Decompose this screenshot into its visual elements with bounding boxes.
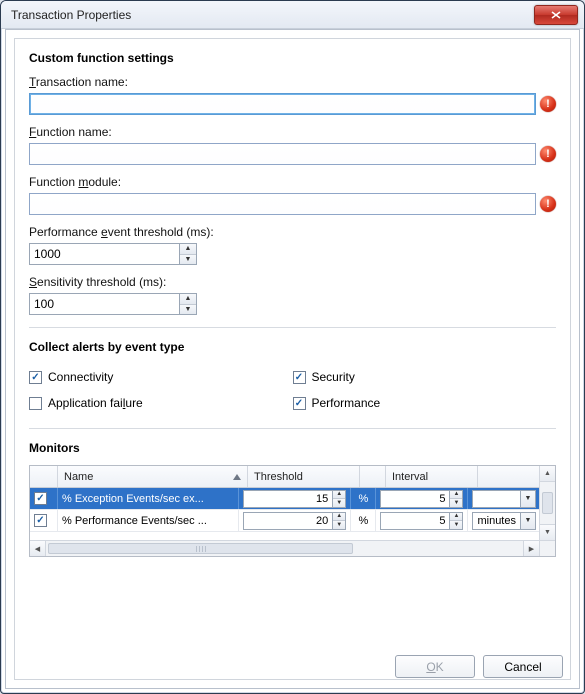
chevron-down-icon[interactable]: ▼ [180, 305, 196, 315]
separator [29, 327, 556, 328]
scroll-right-icon[interactable]: ▶ [523, 541, 539, 556]
chevron-down-icon[interactable]: ▼ [450, 499, 462, 507]
scroll-track[interactable] [46, 541, 523, 556]
frame-inset: Custom function settings Transaction nam… [5, 29, 580, 689]
checkbox-icon[interactable] [34, 514, 47, 527]
performance-checkbox[interactable]: Performance [293, 396, 557, 410]
function-module-label: Function module: [29, 175, 556, 189]
checkbox-icon [29, 397, 42, 410]
sens-threshold-input[interactable] [29, 293, 179, 315]
connectivity-checkbox[interactable]: Connectivity [29, 370, 293, 384]
threshold-unit: % [351, 510, 376, 531]
chevron-down-icon[interactable]: ▼ [333, 521, 345, 529]
col-unit [360, 466, 386, 487]
perf-threshold-spin-buttons[interactable]: ▲▼ [179, 243, 197, 265]
separator [29, 428, 556, 429]
threshold-stepper[interactable]: ▲▼ [243, 512, 346, 530]
sens-threshold-stepper[interactable]: ▲▼ [29, 293, 201, 315]
vertical-scrollbar[interactable]: ▲ ▼ [539, 466, 555, 540]
threshold-unit: % [351, 488, 376, 509]
transaction-name-label: Transaction name: [29, 75, 556, 89]
checkbox-icon[interactable] [34, 492, 47, 505]
perf-threshold-stepper[interactable]: ▲▼ [29, 243, 201, 265]
col-name[interactable]: Name [58, 466, 248, 487]
col-checkbox[interactable] [30, 466, 58, 487]
interval-stepper[interactable]: ▲▼ [380, 512, 463, 530]
scroll-left-icon[interactable]: ◀ [30, 541, 46, 556]
scroll-down-icon[interactable]: ▼ [540, 524, 555, 540]
function-name-input[interactable] [29, 143, 536, 165]
cancel-button[interactable]: Cancel [483, 655, 563, 678]
perf-threshold-label: Performance event threshold (ms): [29, 225, 556, 239]
chevron-down-icon[interactable]: ▼ [520, 490, 536, 508]
app-failure-checkbox[interactable]: Application failure [29, 396, 293, 410]
chevron-up-icon[interactable]: ▲ [333, 491, 345, 500]
checkbox-icon [293, 397, 306, 410]
col-threshold[interactable]: Threshold [248, 466, 360, 487]
grip-icon [196, 546, 206, 552]
section-custom-function: Custom function settings [29, 51, 556, 65]
row-name: % Performance Events/sec ... [58, 510, 239, 531]
error-icon [540, 146, 556, 162]
chevron-down-icon[interactable]: ▼ [450, 521, 462, 529]
close-button[interactable] [534, 5, 578, 25]
table-row[interactable]: % Performance Events/sec ... ▲▼ % ▲▼ min… [30, 510, 555, 532]
scroll-thumb[interactable] [542, 492, 553, 514]
scroll-up-icon[interactable]: ▲ [540, 466, 555, 482]
transaction-name-input[interactable] [29, 93, 536, 115]
checkbox-icon [29, 371, 42, 384]
interval-unit-select[interactable]: minutes▼ [472, 490, 536, 508]
dialog-button-row: OK Cancel [395, 655, 563, 678]
col-interval[interactable]: Interval [386, 466, 478, 487]
function-module-input[interactable] [29, 193, 536, 215]
chevron-up-icon[interactable]: ▲ [450, 513, 462, 522]
interval-stepper[interactable]: ▲▼ [380, 490, 463, 508]
error-icon [540, 96, 556, 112]
chevron-down-icon[interactable]: ▼ [180, 255, 196, 265]
titlebar: Transaction Properties [1, 1, 584, 29]
perf-threshold-input[interactable] [29, 243, 179, 265]
threshold-stepper[interactable]: ▲▼ [243, 490, 346, 508]
dialog-window: Transaction Properties Custom function s… [0, 0, 585, 694]
content-area: Custom function settings Transaction nam… [14, 38, 571, 680]
monitors-header: Name Threshold Interval [30, 466, 555, 488]
scroll-corner [539, 540, 555, 556]
table-row[interactable]: % Exception Events/sec ex... ▲▼ % ▲▼ min… [30, 488, 555, 510]
alert-checkbox-grid: Connectivity Security Application failur… [29, 364, 556, 416]
ok-button[interactable]: OK [395, 655, 475, 678]
window-title: Transaction Properties [11, 8, 534, 22]
sens-threshold-spin-buttons[interactable]: ▲▼ [179, 293, 197, 315]
error-icon [540, 196, 556, 212]
section-monitors: Monitors [29, 441, 556, 455]
chevron-down-icon[interactable]: ▼ [333, 499, 345, 507]
security-checkbox[interactable]: Security [293, 370, 557, 384]
close-icon [551, 11, 561, 19]
horizontal-scrollbar[interactable]: ◀ ▶ [30, 540, 539, 556]
interval-unit-select[interactable]: minutes▼ [472, 512, 536, 530]
function-name-label: Function name: [29, 125, 556, 139]
chevron-up-icon[interactable]: ▲ [180, 244, 196, 255]
monitors-table: Name Threshold Interval % Exception Even… [29, 465, 556, 557]
chevron-up-icon[interactable]: ▲ [450, 491, 462, 500]
chevron-down-icon[interactable]: ▼ [520, 512, 536, 530]
row-name: % Exception Events/sec ex... [58, 488, 239, 509]
chevron-up-icon[interactable]: ▲ [180, 294, 196, 305]
chevron-up-icon[interactable]: ▲ [333, 513, 345, 522]
sens-threshold-label: Sensitivity threshold (ms): [29, 275, 556, 289]
scroll-thumb[interactable] [48, 543, 353, 554]
checkbox-icon [293, 371, 306, 384]
section-collect-alerts: Collect alerts by event type [29, 340, 556, 354]
